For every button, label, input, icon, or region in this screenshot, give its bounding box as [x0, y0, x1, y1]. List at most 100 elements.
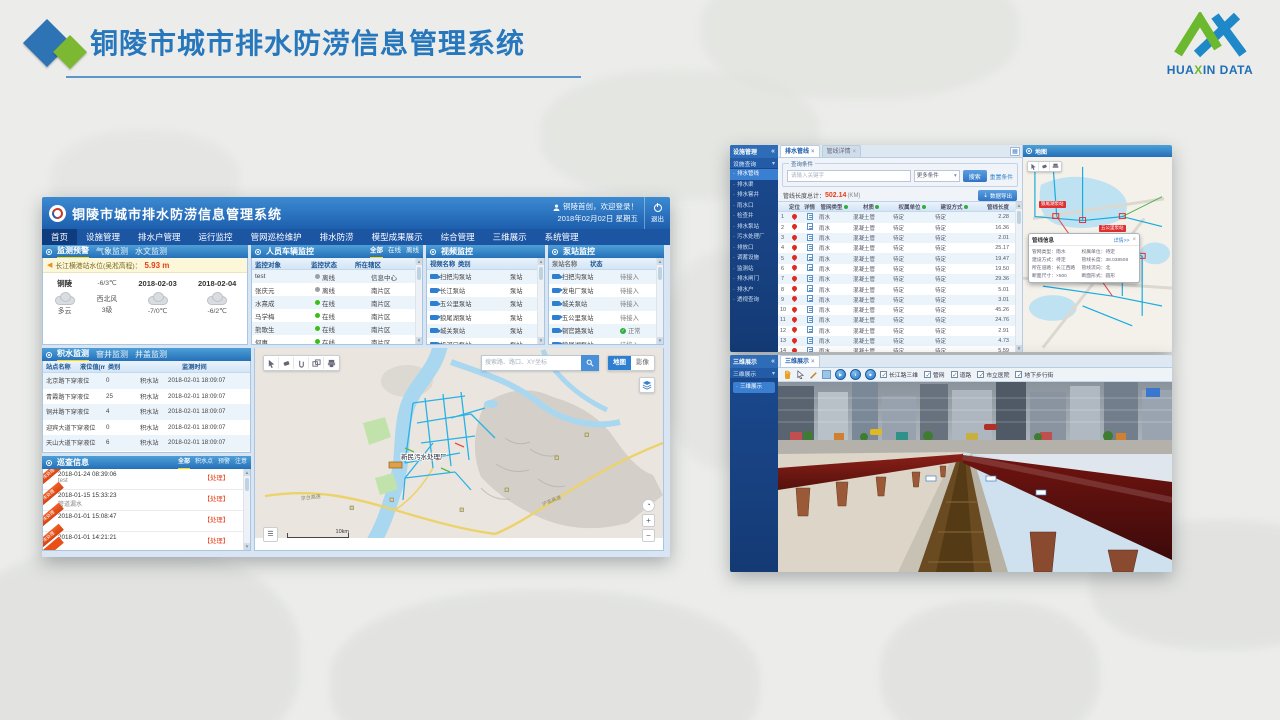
personnel-tab[interactable]: 离线 [406, 245, 419, 258]
patrol-tab[interactable]: 预警 [218, 456, 230, 469]
table-row[interactable]: 青霞路下穿液位25积水站2018-02-01 18:09:07 [43, 389, 250, 405]
table-row[interactable]: 2 雨水 混凝土管 待定 待定 16.36 [778, 223, 1022, 233]
print-tool-icon[interactable] [324, 357, 339, 369]
grid-tool-icon[interactable] [1010, 147, 1020, 156]
table-row[interactable]: 机河口泵站 泵站 [427, 338, 544, 346]
table-row[interactable]: 8 雨水 混凝土管 待定 待定 5.01 [778, 284, 1022, 294]
station-marker-label[interactable]: 狼尾湖泵站 [1039, 201, 1066, 208]
close-icon[interactable]: × [853, 146, 857, 158]
nav-item[interactable]: 管网巡检维护 [242, 229, 311, 245]
patrol-tab[interactable]: 注意 [235, 456, 247, 469]
hand-tool-icon[interactable] [782, 370, 792, 380]
table-row[interactable]: 铜官路泵站 正常 [549, 324, 663, 338]
table-row[interactable]: 城关泵站 泵站 [427, 324, 544, 338]
table-row[interactable]: test 离线 信息中心 [252, 270, 422, 283]
locate-pin-icon[interactable] [791, 296, 798, 302]
locate-pin-icon[interactable] [791, 276, 798, 282]
table-row[interactable]: 7 雨水 混凝土管 待定 待定 29.36 [778, 274, 1022, 284]
viewer3d-tab[interactable]: 三维展示× [780, 355, 820, 367]
sidebar-group[interactable]: 三维展示 [730, 368, 778, 379]
table-row[interactable]: 城关泵站 待接入 [549, 297, 663, 311]
play-button[interactable]: ▶ [835, 369, 846, 380]
locate-pin-icon[interactable] [791, 317, 798, 323]
eraser-tool-icon[interactable] [279, 357, 294, 369]
table-row[interactable]: 北京路下穿液位0积水站2018-02-01 18:09:07 [43, 373, 250, 389]
locate-pin-icon[interactable] [791, 307, 798, 313]
nav-item[interactable]: 首页 [42, 229, 77, 245]
table-row[interactable]: 3 雨水 混凝土管 待定 待定 2.01 [778, 233, 1022, 243]
handle-link[interactable]: 【处理】 [204, 473, 229, 482]
pen-tool-icon[interactable] [809, 370, 818, 379]
table-row[interactable]: 狼尾湖泵站 泵站 [427, 311, 544, 325]
sidebar-item[interactable]: 排水管线 [730, 169, 778, 180]
locate-pin-icon[interactable] [791, 255, 798, 261]
sidebar-item[interactable]: 监测站 [730, 264, 778, 275]
handle-link[interactable]: 【处理】 [204, 494, 229, 503]
keyword-input[interactable] [787, 170, 911, 182]
locate-pin-icon[interactable] [791, 348, 798, 352]
pointer-tool-icon[interactable] [1028, 162, 1039, 171]
sidebar-item[interactable]: 排水窨井 [730, 190, 778, 201]
sidebar-item[interactable]: 雨水口 [730, 201, 778, 212]
table-row[interactable]: 五公里泵站 待接入 [549, 311, 663, 325]
scrollbar[interactable] [1015, 202, 1022, 352]
map-search-input[interactable] [481, 355, 581, 371]
locate-pin-icon[interactable] [791, 286, 798, 292]
sidebar-item[interactable]: 排放口 [730, 243, 778, 254]
locate-pin-icon[interactable] [791, 235, 798, 241]
nav-item[interactable]: 三维展示 [484, 229, 536, 245]
table-row[interactable]: 铜井路下穿液位4积水站2018-02-01 18:09:07 [43, 404, 250, 420]
table-row[interactable]: 9 雨水 混凝土管 待定 待定 3.01 [778, 295, 1022, 305]
table-row[interactable]: 发电厂泵站 待接入 [549, 284, 663, 298]
patrol-row[interactable]: 未处理 2018-01-15 15:33:23 管道漏水 【处理】 [43, 490, 243, 511]
detail-doc-icon[interactable] [807, 295, 813, 302]
detail-link[interactable]: 详情>> [1114, 237, 1130, 244]
table-row[interactable]: 14 雨水 混凝土管 待定 待定 5.59 [778, 346, 1022, 352]
detail-doc-icon[interactable] [807, 264, 813, 271]
map-toggle-option[interactable]: 影像 [631, 356, 654, 370]
detail-doc-icon[interactable] [807, 244, 813, 251]
minimap-body[interactable]: 狼尾湖泵站 五公里泵站 管线信息 详情>> × 管网类型：雨水权属单位：待定建设… [1023, 157, 1172, 352]
zoom-out-button[interactable]: − [642, 529, 655, 542]
checkbox-checked-icon[interactable] [1015, 371, 1022, 378]
reset-north-button[interactable]: ◔ [642, 499, 655, 512]
search-button[interactable] [581, 355, 599, 371]
patrol-tab[interactable]: 积水点 [195, 456, 213, 469]
table-row[interactable]: 扫把沟泵站 待接入 [549, 270, 663, 284]
export-button[interactable]: 数据导出 [978, 190, 1017, 201]
detail-doc-icon[interactable] [807, 306, 813, 313]
detail-doc-icon[interactable] [807, 234, 813, 241]
nav-item[interactable]: 综合管理 [432, 229, 484, 245]
pointer-tool-icon[interactable] [264, 357, 279, 369]
checkbox-checked-icon[interactable] [880, 371, 887, 378]
nav-item[interactable]: 设施管理 [77, 229, 129, 245]
sidebar-item[interactable]: 三维展示 [733, 382, 775, 393]
nav-item[interactable]: 排水防涝 [311, 229, 363, 245]
close-icon[interactable]: × [811, 356, 815, 368]
table-row[interactable]: 1 雨水 混凝土管 待定 待定 2.28 [778, 212, 1022, 222]
water-tab[interactable]: 窨井监测 [96, 349, 128, 361]
checkbox-checked-icon[interactable] [951, 371, 958, 378]
personnel-tab[interactable]: 全部 [370, 245, 383, 258]
layers-button[interactable] [639, 377, 655, 393]
table-row[interactable]: 5 雨水 混凝土管 待定 待定 19.47 [778, 253, 1022, 263]
nav-item[interactable]: 模型成果展示 [363, 229, 432, 245]
close-icon[interactable]: × [1132, 237, 1136, 243]
table-row[interactable]: 五公里泵站 泵站 [427, 297, 544, 311]
water-tab[interactable]: 井盖监测 [135, 349, 167, 361]
sidebar-item[interactable]: 排水闸门 [730, 274, 778, 285]
detail-doc-icon[interactable] [807, 316, 813, 323]
table-row[interactable]: 马学梅 在线 南片区 [252, 309, 422, 322]
viewport-3d[interactable] [778, 382, 1172, 572]
detail-doc-icon[interactable] [807, 213, 813, 220]
nav-item[interactable]: 运行监控 [190, 229, 242, 245]
table-row[interactable]: 熊歌生 在线 南片区 [252, 322, 422, 335]
nav-item[interactable]: 系统管理 [536, 229, 588, 245]
sidebar-item[interactable]: 排水渠 [730, 180, 778, 191]
table-row[interactable]: 13 雨水 混凝土管 待定 待定 4.73 [778, 336, 1022, 346]
table-row[interactable]: 狼尾湖泵站 待接入 [549, 338, 663, 346]
clip-tool-icon[interactable] [294, 357, 309, 369]
detail-doc-icon[interactable] [807, 337, 813, 344]
table-row[interactable]: 11 雨水 混凝土管 待定 待定 24.76 [778, 315, 1022, 325]
detail-doc-icon[interactable] [807, 347, 813, 352]
